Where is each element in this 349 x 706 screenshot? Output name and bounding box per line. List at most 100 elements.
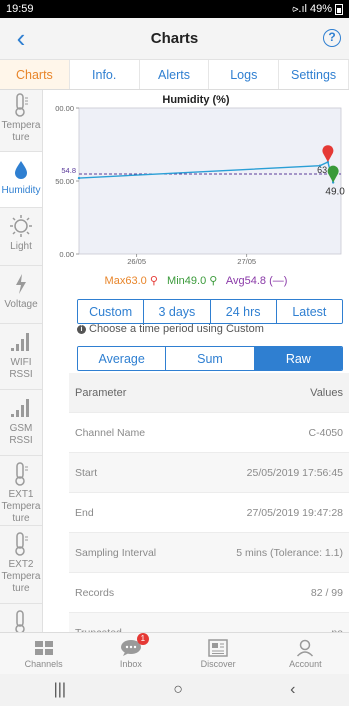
sidebar-item-voltage[interactable]: Voltage — [0, 266, 42, 324]
bolt-icon — [9, 272, 33, 296]
nav-label: Account — [289, 658, 322, 669]
thermometer-icon — [9, 462, 33, 486]
nav-label: Discover — [200, 658, 236, 669]
tab-settings[interactable]: Settings — [279, 60, 349, 89]
chat-bubble-icon: 1 — [120, 632, 149, 657]
mode-selector: Average Sum Raw — [77, 346, 343, 371]
battery-icon — [335, 3, 343, 15]
sidebar-item-label: GSM RSSI — [9, 423, 33, 446]
sidebar-item-ext2-temperature[interactable]: EXT2 Tempera ture — [0, 526, 42, 604]
legend-min: Min49.0 — [167, 275, 207, 287]
period-3-days-button[interactable]: 3 days — [144, 300, 211, 323]
main-content: Humidity (%) 00.00 50.00 0.00 26/05 27/05 54.… — [43, 90, 349, 653]
battery-percent: 49% — [309, 3, 332, 15]
sidebar-item-light[interactable]: Light — [0, 208, 42, 266]
nav-channels[interactable]: Channels — [0, 633, 87, 674]
recents-button[interactable]: ||| — [54, 681, 66, 699]
period-latest-button[interactable]: Latest — [276, 300, 342, 323]
table-row: End 27/05/2019 19:47:28 — [69, 493, 349, 533]
sensor-sidebar: Tempera ture Humidity Light Voltage WIFI… — [0, 90, 43, 653]
app-header: ‹ Charts ? — [0, 18, 349, 60]
summary-table: Parameter Values Channel Name C-4050 Sta… — [69, 373, 349, 653]
max-marker-icon: ⚲ — [149, 275, 158, 287]
water-drop-icon — [9, 158, 33, 182]
system-back-button[interactable]: ‹ — [290, 681, 295, 699]
legend-max: Max63.0 — [104, 275, 147, 287]
row-value: 5 mins (Tolerance: 1.1) — [236, 546, 343, 559]
mode-sum-button[interactable]: Sum — [166, 347, 255, 370]
sidebar-item-label: Humidity — [1, 185, 41, 196]
sun-icon — [9, 214, 33, 238]
back-button[interactable]: ‹ — [6, 24, 36, 54]
nav-discover[interactable]: Discover — [175, 633, 262, 674]
y-tick-label: 00.00 — [55, 104, 74, 113]
signal-bars-icon — [9, 330, 33, 354]
period-24-hrs-button[interactable]: 24 hrs — [210, 300, 277, 323]
tab-bar: Charts Info. Alerts Logs Settings — [0, 60, 349, 90]
thermometer-icon — [9, 93, 33, 117]
sidebar-item-wifi-rssi[interactable]: WIFI RSSI — [0, 324, 42, 390]
header-parameter: Parameter — [75, 386, 127, 399]
sidebar-item-label: Tempera ture — [1, 120, 41, 143]
table-row: Start 25/05/2019 17:56:45 — [69, 453, 349, 493]
min-marker-icon: ⚲ — [209, 275, 218, 287]
nav-inbox[interactable]: 1 Inbox — [87, 632, 174, 674]
newspaper-icon — [207, 638, 229, 657]
sidebar-item-ext1-temperature[interactable]: EXT1 Tempera ture — [0, 456, 42, 526]
table-row: Channel Name C-4050 — [69, 413, 349, 453]
period-selector: Custom 3 days 24 hrs Latest — [77, 299, 343, 324]
signal-icon: ⪧.ıl — [292, 2, 307, 15]
header-values: Values — [310, 386, 343, 399]
period-hint: i Choose a time period using Custom — [77, 323, 264, 335]
page-title: Charts — [150, 30, 199, 47]
humidity-chart[interactable]: 00.0050.000.0026/05 27/0554.8 63.049.0 — [43, 104, 349, 270]
tab-alerts[interactable]: Alerts — [140, 60, 210, 89]
chart-legend: Max63.0 ⚲ Min49.0 ⚲ Avg54.8 (—) — [43, 274, 349, 287]
mode-average-button[interactable]: Average — [78, 347, 167, 370]
tab-charts[interactable]: Charts — [0, 60, 70, 89]
info-icon: i — [77, 324, 86, 334]
min-value-label: 49.0 — [325, 186, 345, 197]
thermometer-icon — [9, 610, 33, 634]
sidebar-item-label: Light — [10, 241, 32, 252]
row-value: C-4050 — [308, 426, 343, 439]
status-bar: 19:59 ⪧.ıl 49% — [0, 0, 349, 18]
person-icon — [294, 639, 316, 657]
sidebar-item-label: EXT1 Tempera ture — [1, 489, 41, 524]
sidebar-item-label: EXT2 Tempera ture — [1, 559, 41, 594]
row-value: 82 / 99 — [310, 586, 343, 599]
sidebar-item-label: Voltage — [4, 299, 38, 310]
table-header: Parameter Values — [69, 373, 349, 413]
y-tick-label: 50.00 — [55, 177, 74, 186]
sidebar-item-gsm-rssi[interactable]: GSM RSSI — [0, 390, 42, 456]
sidebar-item-label: WIFI RSSI — [9, 357, 33, 380]
signal-bars-icon — [9, 396, 33, 420]
home-button[interactable]: ○ — [173, 681, 183, 699]
data-point — [77, 176, 81, 180]
system-navigation: ||| ○ ‹ — [0, 674, 349, 706]
bottom-navigation: Channels 1 Inbox Discover Account — [0, 632, 349, 674]
row-value: 25/05/2019 17:56:45 — [246, 466, 343, 479]
period-custom-button[interactable]: Custom — [78, 300, 145, 323]
nav-account[interactable]: Account — [262, 633, 349, 674]
help-button[interactable]: ? — [323, 29, 341, 47]
tab-info[interactable]: Info. — [70, 60, 140, 89]
period-hint-text: Choose a time period using Custom — [89, 323, 264, 335]
tab-logs[interactable]: Logs — [209, 60, 280, 89]
row-param: Start — [75, 466, 98, 479]
nav-label: Channels — [24, 658, 63, 669]
sidebar-item-temperature[interactable]: Tempera ture — [0, 90, 42, 152]
row-param: Records — [75, 586, 115, 599]
mode-raw-button[interactable]: Raw — [254, 347, 342, 370]
sidebar-item-humidity[interactable]: Humidity — [0, 152, 42, 208]
status-time: 19:59 — [6, 3, 34, 15]
grid-icon — [33, 639, 55, 657]
row-param: Sampling Interval — [75, 546, 157, 559]
y-tick-label: 0.00 — [59, 250, 74, 259]
table-row: Records 82 / 99 — [69, 573, 349, 613]
plot-area-background — [78, 107, 342, 255]
status-indicators: ⪧.ıl 49% — [292, 3, 343, 16]
row-param: End — [75, 506, 94, 519]
legend-avg: Avg54.8 (—) — [225, 275, 288, 287]
row-value: 27/05/2019 19:47:28 — [246, 506, 343, 519]
